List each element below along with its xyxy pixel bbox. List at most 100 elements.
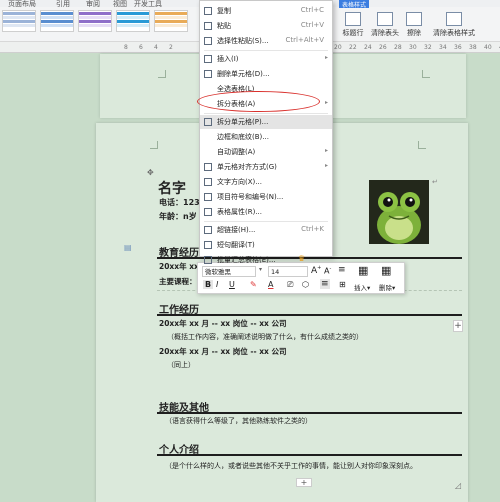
- menu-shortcut: Ctrl+C: [300, 6, 324, 14]
- translate-icon: [204, 241, 212, 249]
- clear-header-button[interactable]: 清除表头: [370, 12, 400, 38]
- menu-item[interactable]: 批量汇总表格(E)... ♛: [200, 253, 332, 267]
- menu-item[interactable]: 删除单元格(D)...: [200, 67, 332, 81]
- crop-mark: [158, 70, 166, 78]
- crop-mark: [150, 141, 158, 149]
- menu-item[interactable]: 选择性粘贴(S)... Ctrl+Alt+V: [200, 34, 332, 48]
- copy-icon: [204, 7, 212, 15]
- menu-item[interactable]: 粘贴 Ctrl+V: [200, 19, 332, 33]
- table-resize-handle[interactable]: ◿: [455, 481, 461, 490]
- ruler-tick: 22: [349, 44, 357, 51]
- erase-button[interactable]: 擦除: [402, 12, 426, 38]
- border-icon[interactable]: ⊞: [339, 280, 346, 289]
- menu-item[interactable]: 单元格对齐方式(G) ▸: [200, 160, 332, 174]
- menu-item-label: 文字方向(X)...: [217, 178, 262, 186]
- bullets-icon: [204, 193, 212, 201]
- menu-shortcut: Ctrl+K: [301, 225, 324, 233]
- table-style-2[interactable]: [40, 10, 74, 32]
- job1-desc: （概括工作内容，准确阐述说明做了什么，有什么成绩之类的）: [167, 333, 363, 341]
- menu-item[interactable]: 复制 Ctrl+C: [200, 4, 332, 18]
- section-divider: [157, 314, 462, 316]
- insert-table-icon[interactable]: ▦: [358, 264, 368, 277]
- header-row-button[interactable]: 标题行: [338, 12, 368, 38]
- ribbon-tab[interactable]: 视图: [113, 0, 127, 9]
- menu-divider: [204, 50, 328, 51]
- resume-age: 年龄：n岁: [159, 212, 197, 221]
- menu-item-label: 批量汇总表格(E)...: [217, 256, 276, 264]
- course-label: 主要课程：: [159, 277, 197, 286]
- menu-item[interactable]: 项目符号和编号(N)...: [200, 190, 332, 204]
- bold-button[interactable]: B: [203, 280, 214, 289]
- menu-item[interactable]: 插入(I) ▸: [200, 52, 332, 66]
- submenu-arrow-icon: ▸: [324, 99, 328, 106]
- table-style-3[interactable]: [78, 10, 112, 32]
- menu-item[interactable]: 短句翻译(T): [200, 238, 332, 252]
- hyperlink-icon: [204, 226, 212, 234]
- ruler-tick: 2: [169, 44, 173, 51]
- add-column-button[interactable]: +: [453, 320, 463, 332]
- underline-button[interactable]: U: [229, 280, 235, 289]
- ruler-tick: 30: [409, 44, 417, 51]
- table-style-1[interactable]: [2, 10, 36, 32]
- table-styles-gallery[interactable]: [0, 10, 196, 38]
- shading-icon[interactable]: ⬡: [302, 280, 309, 289]
- align-icon[interactable]: ≡: [320, 279, 330, 289]
- batch-summary-icon: [204, 256, 212, 264]
- shrink-font-button[interactable]: A-: [324, 266, 331, 276]
- menu-item[interactable]: 自动调整(A) ▸: [200, 145, 332, 159]
- format-brush-icon[interactable]: ⎚: [287, 280, 293, 290]
- font-size-select[interactable]: 14: [268, 266, 308, 277]
- delete-button[interactable]: 删除▾: [379, 282, 395, 292]
- ribbon-tab[interactable]: 审阅: [86, 0, 100, 9]
- paste-special-icon: [204, 37, 212, 45]
- menu-item-label: 超链接(H)...: [217, 226, 256, 234]
- cell-align-icon: [204, 163, 212, 171]
- line-spacing-icon[interactable]: ≡: [338, 265, 346, 275]
- table-style-tab[interactable]: 表格样式: [339, 0, 369, 9]
- menu-item-label: 粘贴: [217, 22, 231, 30]
- crop-mark: [418, 141, 426, 149]
- menu-shortcut: Ctrl+V: [300, 21, 324, 29]
- menu-item[interactable]: 文字方向(X)...: [200, 175, 332, 189]
- menu-item[interactable]: 表格属性(R)...: [200, 205, 332, 219]
- paragraph-mark: ↵: [432, 178, 438, 186]
- ribbon-tab[interactable]: 开发工具: [134, 0, 162, 9]
- profile-photo[interactable]: [369, 180, 429, 244]
- ruler-tick: 26: [379, 44, 387, 51]
- insert-button[interactable]: 插入▾: [354, 282, 370, 292]
- ribbon-tab[interactable]: 引用: [56, 0, 70, 9]
- edu-row: 20xx年 xx: [159, 262, 199, 271]
- table-move-handle[interactable]: ✥: [147, 168, 154, 177]
- font-color-button[interactable]: A: [268, 280, 273, 289]
- ruler-tick: 36: [454, 44, 462, 51]
- clear-table-style-button[interactable]: 清除表格样式: [428, 12, 480, 38]
- font-family-select[interactable]: 微软雅黑: [202, 266, 256, 277]
- italic-button[interactable]: I: [216, 280, 218, 289]
- menu-item-label: 插入(I): [217, 55, 239, 63]
- ruler-tick: 20: [334, 44, 342, 51]
- add-row-button[interactable]: +: [296, 478, 312, 487]
- menu-item-label: 项目符号和编号(N)...: [217, 193, 284, 201]
- page-icon[interactable]: ▤: [124, 243, 132, 252]
- skills-desc: （语言获得什么等级了，其他熟练软件之类的）: [165, 417, 312, 425]
- ruler-tick: 24: [364, 44, 372, 51]
- job1-line: 20xx年 xx 月 -- xx 岗位 -- xx 公司: [159, 319, 287, 328]
- table-style-5[interactable]: [154, 10, 188, 32]
- delete-table-icon[interactable]: ▦: [381, 264, 391, 277]
- chevron-down-icon[interactable]: ▾: [259, 266, 262, 273]
- menu-item-label: 拆分单元格(P)...: [217, 118, 269, 126]
- ruler-tick: 8: [124, 44, 128, 51]
- menu-divider: [204, 221, 328, 222]
- highlight-icon[interactable]: ✎: [250, 280, 257, 289]
- submenu-arrow-icon: ▸: [324, 54, 328, 61]
- about-desc: （是个什么样的人，或者说些其他不关乎工作的事情，能让别人对你印象深刻点。: [165, 462, 417, 470]
- ruler-tick: 40: [484, 44, 492, 51]
- ruler-tick: 6: [139, 44, 143, 51]
- menu-item[interactable]: 超链接(H)... Ctrl+K: [200, 223, 332, 237]
- menu-item-label: 边框和底纹(B)...: [217, 133, 269, 141]
- menu-item[interactable]: 拆分单元格(P)...: [200, 115, 332, 129]
- menu-item[interactable]: 边框和底纹(B)...: [200, 130, 332, 144]
- ribbon-tab[interactable]: 页面布局: [8, 0, 36, 9]
- table-style-4[interactable]: [116, 10, 150, 32]
- job2-desc: （同上）: [167, 361, 195, 369]
